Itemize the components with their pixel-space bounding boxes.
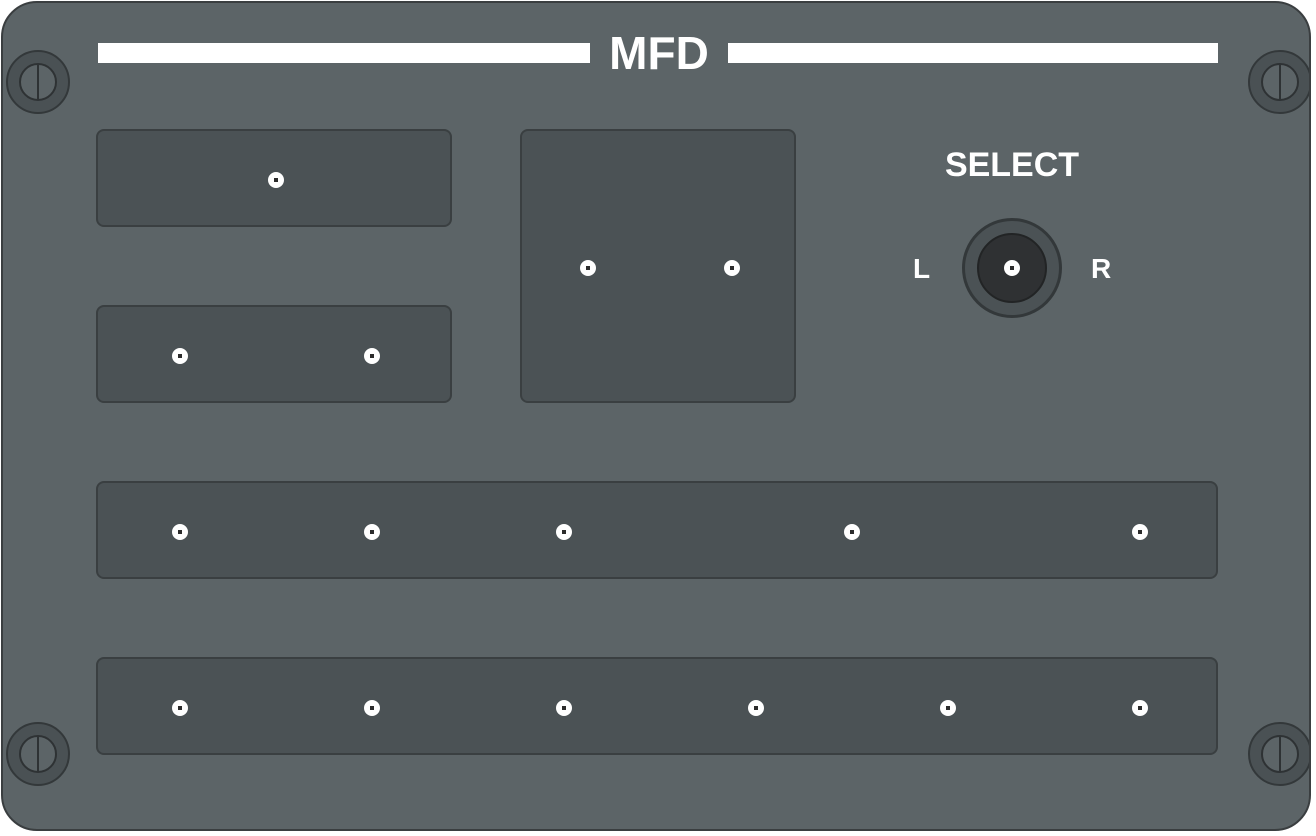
button-5-2[interactable] (364, 700, 380, 716)
button-4-1[interactable] (172, 524, 188, 540)
select-knob-center[interactable] (977, 233, 1047, 303)
button-4-5[interactable] (1132, 524, 1148, 540)
select-label: SELECT (944, 146, 1080, 184)
screw-bottom-left-icon (6, 722, 70, 786)
button-group-3 (520, 129, 796, 403)
button-5-6[interactable] (1132, 700, 1148, 716)
screw-bottom-right-icon (1248, 722, 1309, 786)
button-5-3[interactable] (556, 700, 572, 716)
panel-title: MFD (609, 27, 709, 79)
select-right-label: R (1091, 253, 1112, 284)
button-5-1[interactable] (172, 700, 188, 716)
button-5-4[interactable] (748, 700, 764, 716)
select-knob[interactable] (962, 218, 1062, 318)
button-group-4 (96, 481, 1218, 579)
button-1-1[interactable] (268, 172, 284, 188)
select-knob-indicator (1004, 260, 1020, 276)
mfd-panel: MFD SELECT L R (1, 1, 1311, 831)
button-group-5 (96, 657, 1218, 755)
title-bar-left (98, 43, 590, 63)
button-group-1 (96, 129, 452, 227)
select-left-label: L (913, 253, 931, 284)
screw-top-right-icon (1248, 50, 1309, 114)
button-3-1[interactable] (580, 260, 596, 276)
button-2-1[interactable] (172, 348, 188, 364)
screw-top-left-icon (6, 50, 70, 114)
button-2-2[interactable] (364, 348, 380, 364)
button-4-2[interactable] (364, 524, 380, 540)
title-bar-right (728, 43, 1218, 63)
button-group-2 (96, 305, 452, 403)
button-3-2[interactable] (724, 260, 740, 276)
button-4-4[interactable] (844, 524, 860, 540)
button-5-5[interactable] (940, 700, 956, 716)
button-4-3[interactable] (556, 524, 572, 540)
